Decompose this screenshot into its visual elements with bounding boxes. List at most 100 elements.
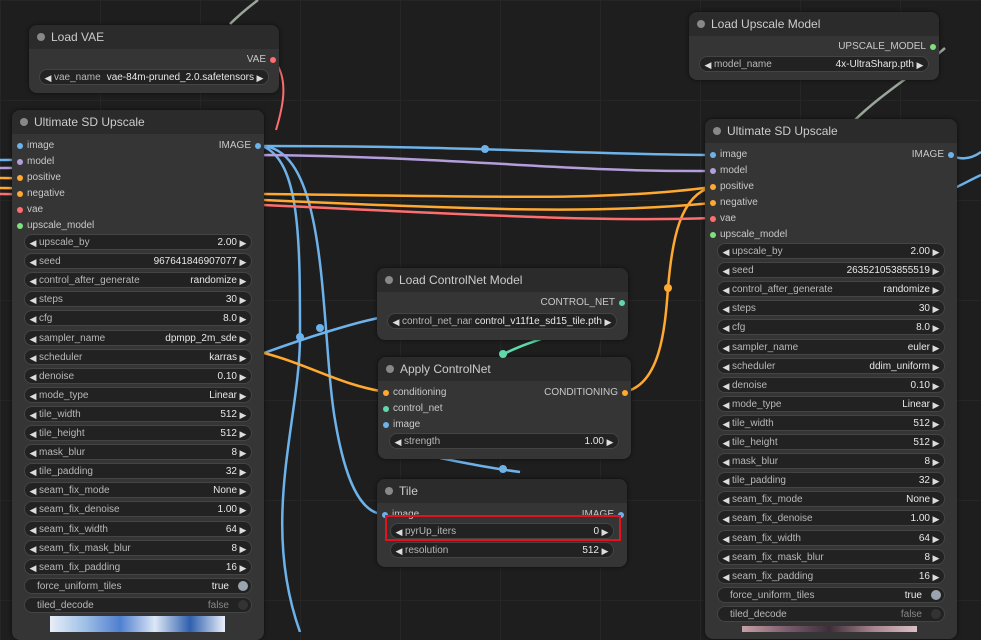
widget-tile-padding[interactable]: ◀ tile_padding 32 ▶ bbox=[717, 472, 945, 489]
arrow-right-icon[interactable]: ▶ bbox=[238, 235, 248, 251]
widget-steps[interactable]: ◀ steps 30 ▶ bbox=[24, 291, 252, 308]
toggle-force-uniform-tiles[interactable]: force_uniform_tiles true bbox=[24, 577, 252, 594]
arrow-right-icon[interactable]: ▶ bbox=[603, 314, 613, 330]
usd-left-title[interactable]: Ultimate SD Upscale bbox=[12, 110, 264, 134]
arrow-right-icon[interactable]: ▶ bbox=[931, 244, 941, 260]
arrow-right-icon[interactable]: ▶ bbox=[931, 263, 941, 279]
arrow-right-icon[interactable]: ▶ bbox=[238, 464, 248, 480]
widget-seam-fix-padding[interactable]: ◀ seam_fix_padding 16 ▶ bbox=[717, 567, 945, 585]
widget-seam-fix-width[interactable]: ◀ seam_fix_width 64 ▶ bbox=[717, 529, 945, 547]
arrow-left-icon[interactable]: ◀ bbox=[703, 57, 713, 73]
port-icon[interactable] bbox=[17, 143, 23, 149]
arrow-right-icon[interactable]: ▶ bbox=[931, 569, 941, 585]
arrow-right-icon[interactable]: ▶ bbox=[238, 273, 248, 289]
arrow-left-icon[interactable]: ◀ bbox=[721, 416, 731, 432]
widget-model-name[interactable]: ◀ model_name 4x-UltraSharp.pth ▶ bbox=[699, 56, 929, 72]
ultimate-sd-upscale-node-left[interactable]: Ultimate SD Upscale IMAGE image model posit… bbox=[12, 110, 264, 640]
arrow-right-icon[interactable]: ▶ bbox=[931, 435, 941, 451]
arrow-right-icon[interactable]: ▶ bbox=[931, 473, 941, 489]
arrow-left-icon[interactable]: ◀ bbox=[721, 492, 731, 508]
load-controlnet-title[interactable]: Load ControlNet Model bbox=[377, 268, 628, 292]
arrow-left-icon[interactable]: ◀ bbox=[721, 378, 731, 394]
port-icon[interactable] bbox=[710, 216, 716, 222]
collapse-dot-icon[interactable] bbox=[37, 33, 45, 41]
widget-upscale-by[interactable]: ◀ upscale_by 2.00 ▶ bbox=[24, 234, 252, 250]
arrow-left-icon[interactable]: ◀ bbox=[28, 292, 38, 308]
arrow-right-icon[interactable]: ▶ bbox=[238, 522, 248, 538]
collapse-dot-icon[interactable] bbox=[20, 118, 28, 126]
toggle-tiled-decode[interactable]: tiled_decode false bbox=[717, 605, 945, 622]
output-image[interactable]: IMAGE bbox=[219, 139, 264, 153]
input-negative[interactable]: negative bbox=[707, 196, 758, 210]
apply-controlnet-node[interactable]: Apply ControlNet conditioning control_ne… bbox=[378, 357, 631, 459]
widget-seam-fix-denoise[interactable]: ◀ seam_fix_denoise 1.00 ▶ bbox=[717, 510, 945, 527]
input-vae[interactable]: vae bbox=[14, 203, 43, 217]
arrow-right-icon[interactable]: ▶ bbox=[238, 331, 248, 347]
input-image[interactable]: image bbox=[707, 148, 747, 162]
output-image[interactable]: IMAGE bbox=[912, 148, 957, 162]
widget-tile-width[interactable]: ◀ tile_width 512 ▶ bbox=[717, 414, 945, 432]
widget-cfg[interactable]: ◀ cfg 8.0 ▶ bbox=[717, 319, 945, 336]
arrow-right-icon[interactable]: ▶ bbox=[238, 388, 248, 404]
arrow-left-icon[interactable]: ◀ bbox=[721, 359, 731, 375]
arrow-right-icon[interactable]: ▶ bbox=[255, 70, 265, 86]
arrow-left-icon[interactable]: ◀ bbox=[393, 434, 403, 450]
widget-sampler-name[interactable]: ◀ sampler_name euler ▶ bbox=[717, 338, 945, 355]
widget-control-net-name[interactable]: ◀ control_net_name control_v11f1e_sd15_t… bbox=[387, 313, 617, 329]
toggle-knob-icon[interactable] bbox=[931, 608, 941, 619]
input-upscale-model[interactable]: upscale_model bbox=[707, 228, 787, 242]
apply-controlnet-title[interactable]: Apply ControlNet bbox=[378, 357, 631, 381]
port-icon[interactable] bbox=[270, 57, 276, 63]
arrow-right-icon[interactable]: ▶ bbox=[238, 254, 248, 270]
widget-scheduler[interactable]: ◀ scheduler karras ▶ bbox=[24, 348, 252, 366]
port-icon[interactable] bbox=[383, 390, 389, 396]
load-vae-node[interactable]: Load VAE VAE ◀ vae_name vae-84m-pruned_2… bbox=[29, 25, 279, 93]
load-upscale-model-node[interactable]: Load Upscale Model UPSCALE_MODEL ◀ model… bbox=[689, 12, 939, 80]
arrow-right-icon[interactable]: ▶ bbox=[931, 511, 941, 527]
arrow-right-icon[interactable]: ▶ bbox=[931, 397, 941, 413]
load-vae-title[interactable]: Load VAE bbox=[29, 25, 279, 49]
arrow-left-icon[interactable]: ◀ bbox=[28, 350, 38, 366]
widget-mode-type[interactable]: ◀ mode_type Linear ▶ bbox=[717, 395, 945, 413]
output-conditioning[interactable]: CONDITIONING bbox=[544, 386, 631, 400]
widget-tile-padding[interactable]: ◀ tile_padding 32 ▶ bbox=[24, 463, 252, 480]
arrow-left-icon[interactable]: ◀ bbox=[28, 407, 38, 423]
arrow-left-icon[interactable]: ◀ bbox=[721, 244, 731, 260]
arrow-right-icon[interactable]: ▶ bbox=[605, 434, 615, 450]
arrow-right-icon[interactable]: ▶ bbox=[931, 416, 941, 432]
arrow-left-icon[interactable]: ◀ bbox=[721, 531, 731, 547]
widget-seam-fix-mode[interactable]: ◀ seam_fix_mode None ▶ bbox=[717, 491, 945, 508]
arrow-left-icon[interactable]: ◀ bbox=[721, 511, 731, 527]
arrow-right-icon[interactable]: ▶ bbox=[238, 560, 248, 576]
arrow-left-icon[interactable]: ◀ bbox=[28, 388, 38, 404]
input-control-net[interactable]: control_net bbox=[380, 402, 442, 416]
toggle-force-uniform-tiles[interactable]: force_uniform_tiles true bbox=[717, 586, 945, 603]
arrow-right-icon[interactable]: ▶ bbox=[238, 369, 248, 385]
arrow-left-icon[interactable]: ◀ bbox=[391, 314, 401, 330]
usd-right-title[interactable]: Ultimate SD Upscale bbox=[705, 119, 957, 143]
widget-resolution[interactable]: ◀ resolution 512 ▶ bbox=[390, 542, 614, 558]
arrow-right-icon[interactable]: ▶ bbox=[238, 445, 248, 461]
arrow-left-icon[interactable]: ◀ bbox=[721, 320, 731, 336]
port-icon[interactable] bbox=[948, 152, 954, 158]
port-icon[interactable] bbox=[710, 168, 716, 174]
widget-seed[interactable]: ◀ seed 263521053855519 ▶ bbox=[717, 262, 945, 279]
toggle-knob-icon[interactable] bbox=[931, 589, 941, 600]
arrow-left-icon[interactable]: ◀ bbox=[28, 254, 38, 270]
arrow-left-icon[interactable]: ◀ bbox=[28, 483, 38, 499]
port-icon[interactable] bbox=[930, 44, 936, 50]
widget-seam-fix-mask-blur[interactable]: ◀ seam_fix_mask_blur 8 ▶ bbox=[717, 548, 945, 565]
widget-denoise[interactable]: ◀ denoise 0.10 ▶ bbox=[717, 376, 945, 394]
widget-denoise[interactable]: ◀ denoise 0.10 ▶ bbox=[24, 367, 252, 385]
arrow-left-icon[interactable]: ◀ bbox=[28, 331, 38, 347]
widget-control-after-generate[interactable]: ◀ control_after_generate randomize ▶ bbox=[717, 281, 945, 298]
arrow-right-icon[interactable]: ▶ bbox=[238, 292, 248, 308]
arrow-right-icon[interactable]: ▶ bbox=[238, 426, 248, 442]
widget-scheduler[interactable]: ◀ scheduler ddim_uniform ▶ bbox=[717, 357, 945, 375]
port-icon[interactable] bbox=[17, 191, 23, 197]
ultimate-sd-upscale-node-right[interactable]: Ultimate SD Upscale IMAGE image model posit… bbox=[705, 119, 957, 639]
widget-mode-type[interactable]: ◀ mode_type Linear ▶ bbox=[24, 386, 252, 404]
widget-steps[interactable]: ◀ steps 30 ▶ bbox=[717, 300, 945, 317]
port-icon[interactable] bbox=[17, 175, 23, 181]
port-icon[interactable] bbox=[383, 406, 389, 412]
